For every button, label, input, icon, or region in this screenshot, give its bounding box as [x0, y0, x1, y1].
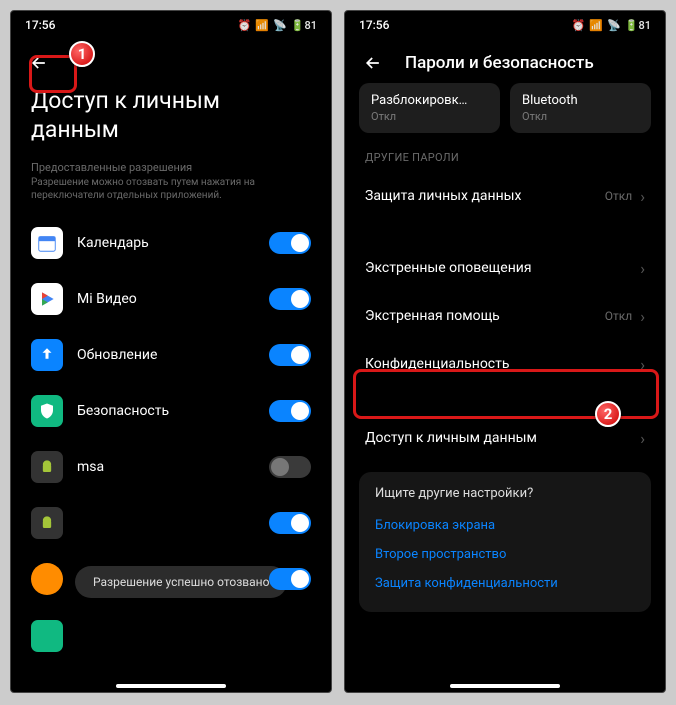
header-row: Пароли и безопасность [345, 39, 665, 83]
wifi-icon: 📡 [607, 19, 621, 32]
toast: Разрешение успешно отозвано [75, 566, 287, 598]
arrow-left-icon [363, 53, 383, 73]
app-row-security[interactable]: Безопасность [11, 383, 331, 439]
status-time: 17:56 [25, 18, 55, 32]
app-row-mivideo[interactable]: Mi Видео [11, 271, 331, 327]
nav-handle[interactable] [116, 684, 226, 688]
setting-value: Откл [605, 309, 632, 323]
app-row-hidden[interactable] [11, 495, 331, 551]
permissions-desc: Разрешение можно отозвать путем нажатия … [11, 176, 331, 215]
signal-icon: 📶 [589, 19, 603, 32]
setting-label: Доступ к личным данным [365, 430, 640, 446]
app-row-update[interactable]: Обновление [11, 327, 331, 383]
card-title: Разблокировк… [371, 93, 488, 108]
toggle-msa[interactable] [269, 456, 311, 478]
marker-1: 1 [69, 41, 95, 67]
card-bluetooth[interactable]: Bluetooth Откл [510, 83, 651, 133]
report-icon [31, 563, 63, 595]
setting-label: Экстренная помощь [365, 308, 605, 324]
row-emergency-help[interactable]: Экстренная помощь Откл › [345, 292, 665, 340]
card-unlock[interactable]: Разблокировк… Откл [359, 83, 500, 133]
app-label: Mi Видео [77, 291, 255, 307]
suggest-title: Ищите другие настройки? [375, 486, 635, 501]
toggle-calendar[interactable] [269, 232, 311, 254]
chevron-right-icon: › [640, 429, 645, 448]
suggest-link-lock[interactable]: Блокировка экрана [375, 511, 635, 540]
toggle-report[interactable] [269, 568, 311, 590]
mivideo-icon [31, 283, 63, 315]
suggest-box: Ищите другие настройки? Блокировка экран… [359, 472, 651, 612]
status-bar: 17:56 ⏰ 📶 📡 🔋81 [11, 11, 331, 39]
android-icon [31, 451, 63, 483]
back-button[interactable] [359, 49, 387, 77]
setting-label: Экстренные оповещения [365, 260, 640, 276]
toggle-hidden[interactable] [269, 512, 311, 534]
section-label: ДРУГИЕ ПАРОЛИ [345, 133, 665, 172]
app-row-calendar[interactable]: Календарь [11, 215, 331, 271]
alarm-icon: ⏰ [572, 19, 586, 32]
app-label: Обновление [77, 347, 255, 363]
android-icon [31, 507, 63, 539]
marker-2: 2 [595, 401, 621, 427]
app-row-msa[interactable]: msa [11, 439, 331, 495]
app-label: Календарь [77, 235, 255, 251]
calendar-icon [31, 227, 63, 259]
permissions-subtitle: Предоставленные разрешения [11, 155, 331, 176]
page-title: Доступ к личным данным [11, 83, 331, 155]
status-time: 17:56 [359, 18, 389, 32]
battery-icon: 🔋81 [625, 19, 651, 32]
app-label: msa [77, 459, 255, 475]
update-icon [31, 339, 63, 371]
header-title: Пароли и безопасность [405, 53, 594, 73]
card-title: Bluetooth [522, 93, 639, 108]
signal-icon: 📶 [255, 19, 269, 32]
card-sub: Откл [522, 110, 639, 123]
phone-right: 17:56 ⏰ 📶 📡 🔋81 Пароли и безопасность Ра… [344, 10, 666, 693]
toggle-security[interactable] [269, 400, 311, 422]
setting-label: Защита личных данных [365, 188, 605, 204]
chevron-right-icon: › [640, 307, 645, 326]
phone-left: 17:56 ⏰ 📶 📡 🔋81 1 Доступ к личным данным… [10, 10, 332, 693]
chevron-right-icon: › [640, 259, 645, 278]
alarm-icon: ⏰ [238, 19, 252, 32]
wifi-icon: 📡 [273, 19, 287, 32]
app-row-partial[interactable] [11, 607, 331, 659]
status-icons: ⏰ 📶 📡 🔋81 [572, 19, 651, 32]
highlight-back [29, 55, 77, 93]
chevron-right-icon: › [640, 187, 645, 206]
suggest-link-space[interactable]: Второе пространство [375, 540, 635, 569]
suggest-link-privacy[interactable]: Защита конфиденциальности [375, 569, 635, 598]
battery-icon: 🔋81 [291, 19, 317, 32]
download-icon [31, 620, 63, 652]
shield-icon [31, 395, 63, 427]
toggle-mivideo[interactable] [269, 288, 311, 310]
row-data-protection[interactable]: Защита личных данных Откл › [345, 172, 665, 220]
status-icons: ⏰ 📶 📡 🔋81 [238, 19, 317, 32]
app-label: Безопасность [77, 403, 255, 419]
card-row: Разблокировк… Откл Bluetooth Откл [345, 83, 665, 133]
nav-handle[interactable] [450, 684, 560, 688]
status-bar: 17:56 ⏰ 📶 📡 🔋81 [345, 11, 665, 39]
row-emergency-alerts[interactable]: Экстренные оповещения › [345, 244, 665, 292]
card-sub: Откл [371, 110, 488, 123]
setting-value: Откл [605, 189, 632, 203]
toggle-update[interactable] [269, 344, 311, 366]
